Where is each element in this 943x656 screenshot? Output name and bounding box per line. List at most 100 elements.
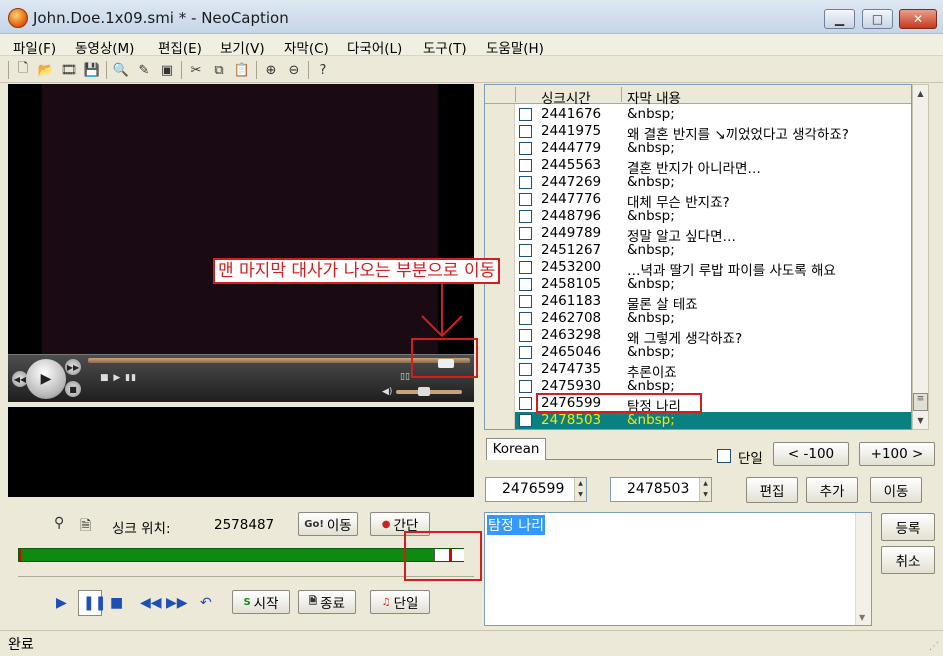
row-checkbox[interactable] (519, 380, 532, 393)
open-folder-icon[interactable]: 📂 (37, 61, 55, 79)
pin-icon[interactable]: ⚲ (54, 515, 64, 531)
minimize-button[interactable]: ▁ (824, 9, 855, 29)
list-row[interactable]: 2449789 정말 알고 싶다면… (515, 225, 911, 245)
menu-file[interactable]: 파일(F) (13, 37, 56, 57)
row-checkbox[interactable] (519, 346, 532, 359)
list-row[interactable]: 2451267 &nbsp; (515, 242, 911, 259)
row-checkbox[interactable] (519, 397, 532, 410)
edit-button[interactable]: 편집 (746, 477, 798, 503)
volume-slider[interactable] (396, 387, 462, 396)
new-file-icon[interactable]: 🗋 (14, 61, 32, 79)
menu-video[interactable]: 동영상(M) (75, 37, 134, 57)
list-row[interactable]: 2447269 &nbsp; (515, 174, 911, 191)
go-move-button[interactable]: Go! 이동 (298, 512, 358, 536)
row-checkbox[interactable] (519, 125, 532, 138)
spinner-arrows-icon[interactable]: ▲ ▼ (574, 478, 586, 501)
undo-icon[interactable]: ↶ (200, 595, 212, 611)
list-row[interactable]: 2447776 대체 무슨 반지죠? (515, 191, 911, 211)
subtitle-edit-text[interactable]: 탐정 나리 (487, 515, 545, 535)
row-checkbox[interactable] (519, 210, 532, 223)
single-checkbox[interactable] (717, 449, 731, 463)
save-icon[interactable]: 💾 (83, 61, 101, 79)
list-row[interactable]: 2441975 왜 결혼 반지를 ↘끼었었다고 생각하죠? (515, 123, 911, 143)
list-row[interactable]: 2461183 물론 살 테죠 (515, 293, 911, 313)
minus-100-button[interactable]: < -100 (773, 442, 849, 466)
subtitle-edit-box[interactable]: 탐정 나리 ▼ (484, 512, 872, 626)
zoom-out-icon[interactable]: ⊖ (285, 61, 303, 79)
row-checkbox[interactable] (519, 227, 532, 240)
list-row[interactable]: 2458105 &nbsp; (515, 276, 911, 293)
resize-grip-icon[interactable]: ⋰ (929, 641, 939, 652)
stop-icon[interactable]: ■ (65, 381, 81, 397)
copy-icon[interactable]: ⧉ (210, 61, 228, 79)
row-checkbox[interactable] (519, 278, 532, 291)
player-right-icons[interactable]: ▯▯ (400, 372, 410, 382)
subtitle-list[interactable]: 싱크시간 자막 내용 ≡ 2441676&nbsp;2441975왜 결혼 반지… (484, 84, 912, 430)
menu-edit[interactable]: 편집(E) (158, 37, 202, 57)
volume-icon[interactable]: ◀) (382, 387, 392, 397)
list-row[interactable]: 2462708 &nbsp; (515, 310, 911, 327)
scroll-up-icon[interactable]: ▲ (913, 85, 928, 102)
cancel-button[interactable]: 취소 (881, 546, 935, 574)
row-checkbox[interactable] (519, 363, 532, 376)
list-row[interactable]: 2465046 &nbsp; (515, 344, 911, 361)
volume-thumb[interactable] (418, 387, 430, 396)
row-checkbox[interactable] (519, 261, 532, 274)
zoom-in-icon[interactable]: ⊕ (262, 61, 280, 79)
list-row[interactable]: 2445563 결혼 반지가 아니라면… (515, 157, 911, 177)
row-checkbox[interactable] (519, 142, 532, 155)
sync-end-spinner[interactable]: 2478503 ▲ ▼ (610, 477, 712, 502)
help-icon[interactable]: ? (314, 61, 332, 79)
list-scrollbar[interactable]: ▲ ≡ ▼ (912, 84, 929, 430)
cut-icon[interactable]: ✂ (187, 61, 205, 79)
list-row[interactable]: 2441676 &nbsp; (515, 106, 911, 123)
row-checkbox[interactable] (519, 329, 532, 342)
add-button[interactable]: 추가 (806, 477, 858, 503)
list-row[interactable]: 2474735 추론이죠 (515, 361, 911, 381)
menu-view[interactable]: 보기(V) (220, 37, 265, 57)
paste-icon[interactable]: 📋 (233, 61, 251, 79)
scroll-down-icon[interactable]: ▼ (913, 412, 928, 429)
single-button[interactable]: ♫ 단일 (370, 590, 430, 614)
row-checkbox[interactable] (519, 414, 532, 427)
register-button[interactable]: 등록 (881, 513, 935, 541)
plus-100-button[interactable]: +100 > (859, 442, 935, 466)
menu-tools[interactable]: 도구(T) (423, 37, 467, 57)
row-checkbox[interactable] (519, 295, 532, 308)
close-button[interactable]: ✕ (899, 9, 937, 29)
list-row[interactable]: 2453200 …녁과 딸기 루밥 파이를 사도록 해요 (515, 259, 911, 279)
play-icon[interactable]: ▶ (56, 595, 67, 611)
list-row[interactable]: 2448796 &nbsp; (515, 208, 911, 225)
forward-icon[interactable]: ▶▶ (65, 359, 81, 375)
header-subtitle-text[interactable]: 자막 내용 (627, 87, 681, 107)
edit-icon[interactable]: ✎ (135, 61, 153, 79)
timeline-bar[interactable] (18, 548, 464, 562)
list-row[interactable]: 2478503 &nbsp; (515, 412, 911, 429)
edit-scrollbar[interactable]: ▼ (855, 513, 871, 625)
maximize-button[interactable]: □ (862, 9, 893, 29)
move-button[interactable]: 이동 (870, 477, 922, 503)
player-mini-controls[interactable]: ■ ▶ ▮▮ (100, 373, 137, 383)
row-checkbox[interactable] (519, 159, 532, 172)
menu-multilang[interactable]: 다국어(L) (347, 37, 402, 57)
row-checkbox[interactable] (519, 193, 532, 206)
header-sync-time[interactable]: 싱크시간 (541, 87, 591, 107)
window-icon[interactable]: ▣ (158, 61, 176, 79)
document-icon[interactable]: 🗎 (80, 515, 91, 539)
row-checkbox[interactable] (519, 108, 532, 121)
start-button[interactable]: S 시작 (232, 590, 290, 614)
rewind-icon[interactable]: ◀◀ (140, 595, 162, 611)
end-button[interactable]: 🗎 종료 (298, 590, 356, 614)
menu-help[interactable]: 도움말(H) (486, 37, 544, 57)
pause-icon[interactable]: ❚❚ (83, 595, 106, 611)
open-video-icon[interactable]: 🎞 (60, 61, 78, 79)
row-checkbox[interactable] (519, 176, 532, 189)
row-checkbox[interactable] (519, 312, 532, 325)
video-area[interactable] (8, 84, 474, 354)
scroll-down-icon[interactable]: ▼ (859, 613, 865, 622)
row-checkbox[interactable] (519, 244, 532, 257)
print-preview-icon[interactable]: 🔍 (112, 61, 130, 79)
play-button[interactable]: ▶ (26, 359, 66, 399)
fast-forward-icon[interactable]: ▶▶ (166, 595, 188, 611)
stop-icon[interactable]: ■ (110, 595, 123, 611)
